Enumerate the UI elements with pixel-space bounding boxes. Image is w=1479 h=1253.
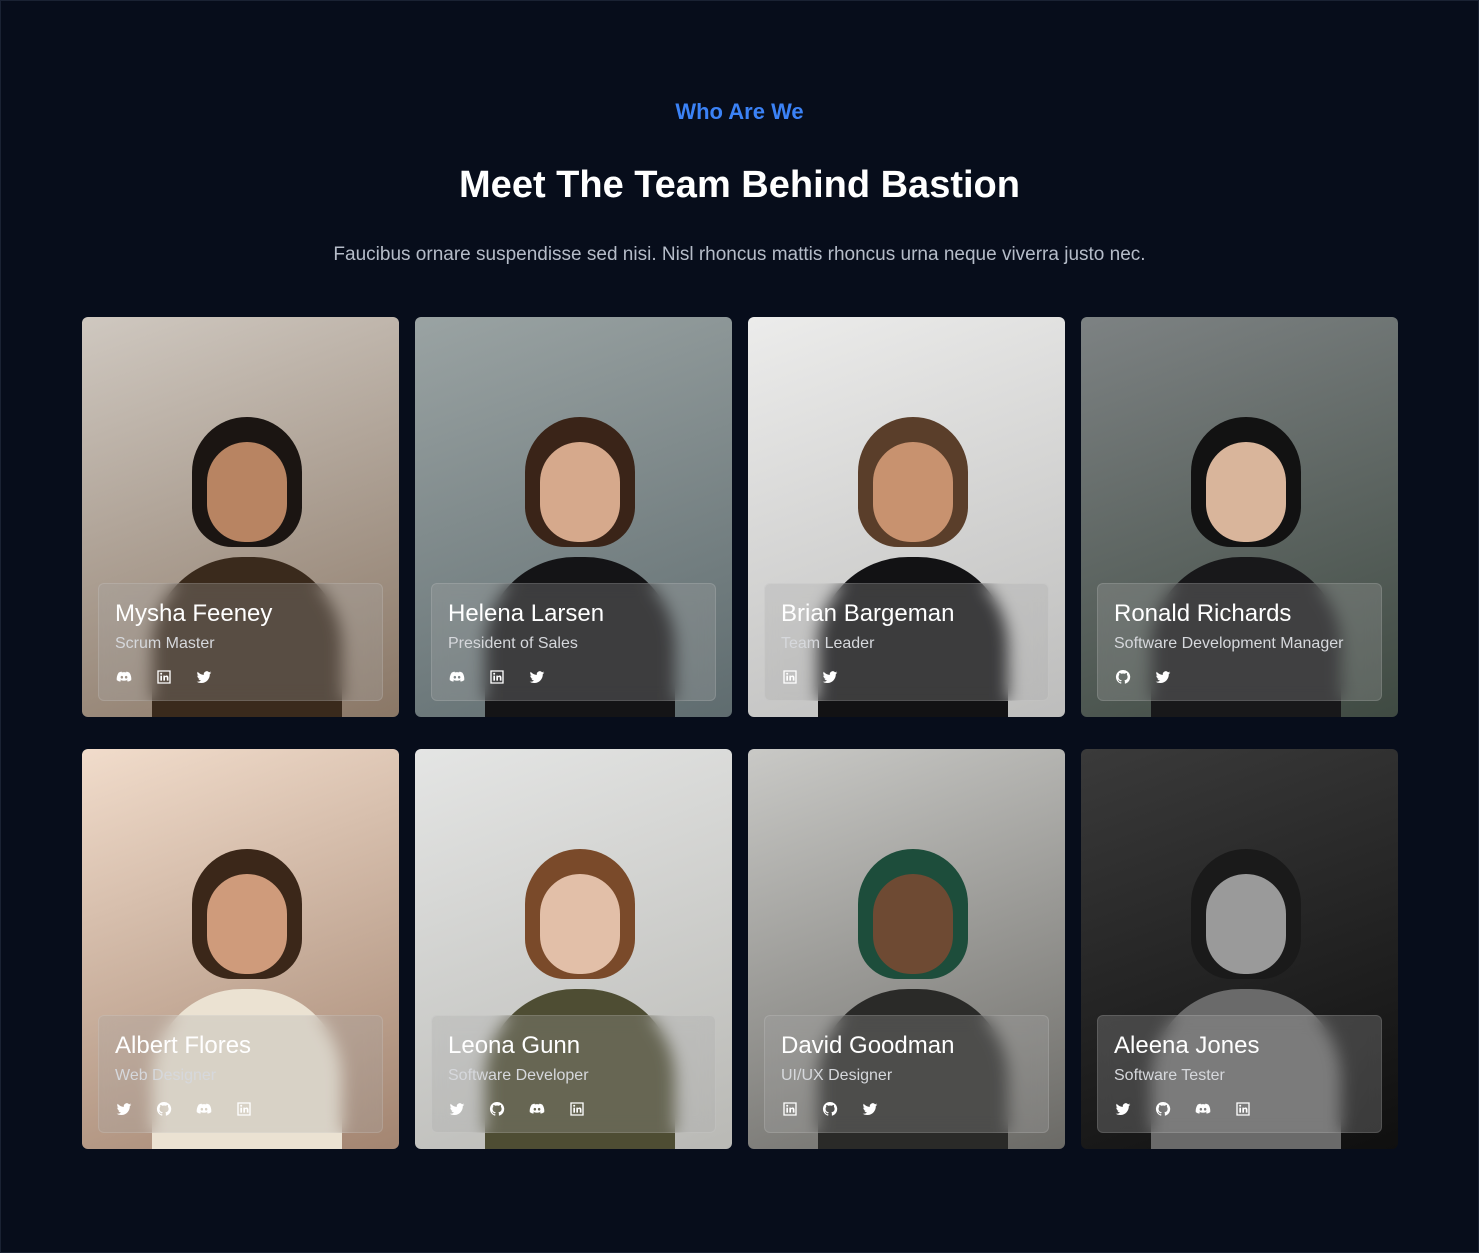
member-name: Mysha Feeney bbox=[115, 600, 273, 627]
portrait-face bbox=[207, 442, 287, 542]
social-links bbox=[781, 668, 1032, 686]
linkedin-icon[interactable] bbox=[568, 1100, 586, 1118]
member-role: UI/UX Designer bbox=[781, 1067, 893, 1084]
member-role: Scrum Master bbox=[115, 635, 215, 652]
member-name: Ronald Richards bbox=[1114, 600, 1292, 627]
member-info-panel: David Goodman UI/UX Designer bbox=[764, 1015, 1049, 1133]
member-info-panel: Brian Bargeman Team Leader bbox=[764, 583, 1049, 701]
member-info-panel: Albert Flores Web Designer bbox=[98, 1015, 383, 1133]
portrait-face bbox=[540, 442, 620, 542]
linkedin-icon[interactable] bbox=[1234, 1100, 1252, 1118]
social-links bbox=[448, 668, 699, 686]
discord-icon[interactable] bbox=[1194, 1100, 1212, 1118]
member-name: Leona Gunn bbox=[448, 1032, 581, 1059]
section-eyebrow: Who Are We bbox=[675, 99, 804, 124]
team-card: Ronald Richards Software Development Mana… bbox=[1081, 317, 1398, 717]
twitter-icon[interactable] bbox=[115, 1100, 133, 1118]
member-role: Web Designer bbox=[115, 1067, 217, 1084]
twitter-icon[interactable] bbox=[1154, 668, 1172, 686]
member-info-panel: Ronald Richards Software Development Mana… bbox=[1097, 583, 1382, 701]
team-section: Who Are We Meet The Team Behind Bastion … bbox=[0, 0, 1479, 1253]
team-card: Leona Gunn Software Developer bbox=[415, 749, 732, 1149]
member-info-panel: Helena Larsen President of Sales bbox=[431, 583, 716, 701]
team-card: Mysha Feeney Scrum Master bbox=[82, 317, 399, 717]
team-card: David Goodman UI/UX Designer bbox=[748, 749, 1065, 1149]
twitter-icon[interactable] bbox=[821, 668, 839, 686]
team-card: Brian Bargeman Team Leader bbox=[748, 317, 1065, 717]
social-links bbox=[448, 1100, 699, 1118]
social-links bbox=[115, 668, 366, 686]
member-name: Brian Bargeman bbox=[781, 600, 955, 627]
member-name: David Goodman bbox=[781, 1032, 955, 1059]
portrait-face bbox=[540, 874, 620, 974]
twitter-icon[interactable] bbox=[1114, 1100, 1132, 1118]
social-links bbox=[1114, 668, 1365, 686]
linkedin-icon[interactable] bbox=[235, 1100, 253, 1118]
github-icon[interactable] bbox=[1114, 668, 1132, 686]
member-info-panel: Leona Gunn Software Developer bbox=[431, 1015, 716, 1133]
portrait-face bbox=[873, 874, 953, 974]
portrait-face bbox=[1206, 874, 1286, 974]
discord-icon[interactable] bbox=[448, 668, 466, 686]
linkedin-icon[interactable] bbox=[155, 668, 173, 686]
portrait-face bbox=[873, 442, 953, 542]
member-role: Software Developer bbox=[448, 1067, 589, 1084]
member-info-panel: Aleena Jones Software Tester bbox=[1097, 1015, 1382, 1133]
discord-icon[interactable] bbox=[195, 1100, 213, 1118]
discord-icon[interactable] bbox=[115, 668, 133, 686]
github-icon[interactable] bbox=[1154, 1100, 1172, 1118]
section-subtitle: Faucibus ornare suspendisse sed nisi. Ni… bbox=[333, 244, 1146, 265]
member-name: Helena Larsen bbox=[448, 600, 605, 627]
team-card: Albert Flores Web Designer bbox=[82, 749, 399, 1149]
linkedin-icon[interactable] bbox=[781, 668, 799, 686]
member-name: Aleena Jones bbox=[1114, 1032, 1260, 1059]
section-title: Meet The Team Behind Bastion bbox=[459, 164, 1020, 206]
github-icon[interactable] bbox=[488, 1100, 506, 1118]
github-icon[interactable] bbox=[821, 1100, 839, 1118]
team-grid: Mysha Feeney Scrum Master Helena Larsen Pre… bbox=[82, 317, 1398, 1149]
twitter-icon[interactable] bbox=[195, 668, 213, 686]
team-card: Helena Larsen President of Sales bbox=[415, 317, 732, 717]
twitter-icon[interactable] bbox=[861, 1100, 879, 1118]
member-role: Software Tester bbox=[1114, 1067, 1225, 1084]
portrait-face bbox=[1206, 442, 1286, 542]
twitter-icon[interactable] bbox=[448, 1100, 466, 1118]
linkedin-icon[interactable] bbox=[488, 668, 506, 686]
discord-icon[interactable] bbox=[528, 1100, 546, 1118]
github-icon[interactable] bbox=[155, 1100, 173, 1118]
member-role: Team Leader bbox=[781, 635, 875, 652]
social-links bbox=[781, 1100, 1032, 1118]
member-role: Software Development Manager bbox=[1114, 635, 1344, 652]
portrait-face bbox=[207, 874, 287, 974]
member-info-panel: Mysha Feeney Scrum Master bbox=[98, 583, 383, 701]
member-name: Albert Flores bbox=[115, 1032, 252, 1059]
social-links bbox=[115, 1100, 366, 1118]
linkedin-icon[interactable] bbox=[781, 1100, 799, 1118]
team-card: Aleena Jones Software Tester bbox=[1081, 749, 1398, 1149]
social-links bbox=[1114, 1100, 1365, 1118]
member-role: President of Sales bbox=[448, 635, 578, 652]
twitter-icon[interactable] bbox=[528, 668, 546, 686]
